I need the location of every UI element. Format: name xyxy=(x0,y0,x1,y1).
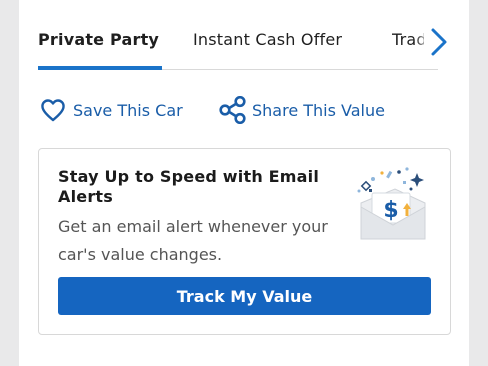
save-car-button[interactable]: Save This Car xyxy=(39,96,183,124)
chevron-right-icon[interactable] xyxy=(427,24,451,60)
save-car-label: Save This Car xyxy=(73,100,183,120)
email-alert-text: Get an email alert whenever your car's v… xyxy=(58,217,328,264)
email-alert-title: Stay Up to Speed with Email Alerts xyxy=(58,167,320,206)
svg-text:$: $ xyxy=(383,198,398,223)
track-my-value-button[interactable]: Track My Value xyxy=(58,277,431,315)
valuation-card: Private Party Instant Cash Offer Trade-I… xyxy=(19,0,469,366)
share-value-label: Share This Value xyxy=(252,100,385,120)
heart-icon xyxy=(39,96,67,124)
share-value-button[interactable]: Share This Value xyxy=(218,95,385,125)
email-dollar-icon: $ xyxy=(355,167,431,243)
tab-private-party[interactable]: Private Party xyxy=(38,30,159,49)
valuation-tabs: Private Party Instant Cash Offer Trade-I… xyxy=(19,0,469,72)
active-tab-indicator xyxy=(38,66,162,70)
email-alert-box: Stay Up to Speed with Email Alerts Get a… xyxy=(38,148,451,335)
tab-instant-cash-offer[interactable]: Instant Cash Offer xyxy=(193,30,342,49)
share-icon xyxy=(218,95,246,125)
